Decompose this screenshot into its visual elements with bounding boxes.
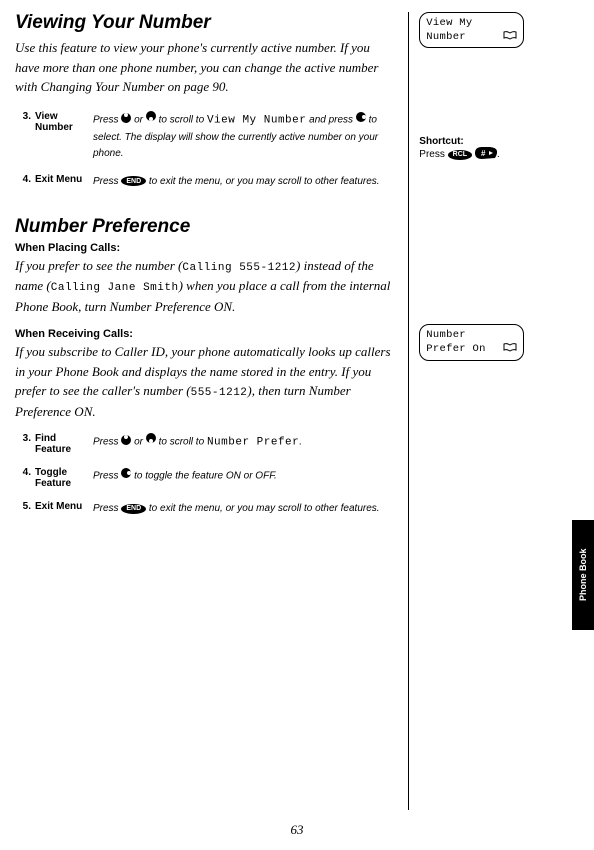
end-key-icon: END [121, 504, 146, 514]
lcd-text: Number Prefer [207, 437, 299, 449]
page-number: 63 [0, 822, 594, 838]
down-scroll-icon [146, 433, 156, 451]
step-number: 5. [15, 501, 35, 529]
step-name: View Number [35, 111, 93, 174]
step-number: 3. [15, 433, 35, 467]
step-row: 3. View Number Press or to scroll to Vie… [15, 111, 393, 174]
svg-text:#: # [481, 149, 486, 158]
lcd-text: View My Number [207, 114, 306, 126]
section1-heading: Viewing Your Number [15, 12, 393, 34]
screen-line: View My [426, 17, 517, 31]
screen-line: Number [426, 31, 466, 45]
step-desc: Press to toggle the feature ON or OFF. [93, 467, 393, 501]
section2-subhead2: When Receiving Calls: [15, 328, 393, 340]
select-icon [121, 467, 131, 485]
step-number: 4. [15, 467, 35, 501]
lcd-text: 555-1212 [191, 387, 248, 399]
section2-subhead1: When Placing Calls: [15, 242, 393, 254]
section1-intro: Use this feature to view your phone's cu… [15, 38, 393, 97]
section2-para2: If you subscribe to Caller ID, your phon… [15, 342, 393, 421]
lcd-text: Calling 555-1212 [182, 262, 296, 274]
book-icon [503, 343, 517, 358]
step-row: 4. Exit Menu Press END to exit the menu,… [15, 174, 393, 202]
screen-line: Number [426, 329, 517, 343]
down-scroll-icon [146, 111, 156, 129]
book-icon [503, 31, 517, 46]
lcd-text: Calling Jane Smith [51, 282, 179, 294]
step-name: Exit Menu [35, 501, 93, 529]
section2-steps: 3. Find Feature Press or to scroll to Nu… [15, 433, 393, 529]
rcl-key-icon: RCL [448, 150, 472, 160]
step-desc: Press END to exit the menu, or you may s… [93, 174, 393, 202]
thumb-tab: Phone Book [572, 520, 594, 630]
section2-heading: Number Preference [15, 216, 393, 238]
up-scroll-icon [121, 433, 131, 451]
end-key-icon: END [121, 176, 146, 186]
step-row: 3. Find Feature Press or to scroll to Nu… [15, 433, 393, 467]
up-scroll-icon [121, 111, 131, 129]
step-name: Toggle Feature [35, 467, 93, 501]
step-number: 4. [15, 174, 35, 202]
step-desc: Press or to scroll to Number Prefer. [93, 433, 393, 467]
step-row: 5. Exit Menu Press END to exit the menu,… [15, 501, 393, 529]
step-row: 4. Toggle Feature Press to toggle the fe… [15, 467, 393, 501]
step-desc: Press END to exit the menu, or you may s… [93, 501, 393, 529]
hash-key-icon: # [475, 147, 497, 162]
step-name: Exit Menu [35, 174, 93, 202]
section1-steps: 3. View Number Press or to scroll to Vie… [15, 111, 393, 202]
side-column: View My Number Shortcut: Press RCL # . N… [409, 12, 579, 810]
phone-screen-1: View My Number [419, 12, 524, 48]
shortcut-note: Shortcut: Press RCL # . [419, 136, 579, 162]
select-icon [356, 111, 366, 129]
main-column: Viewing Your Number Use this feature to … [15, 12, 409, 810]
section2-para1: If you prefer to see the number (Calling… [15, 256, 393, 317]
step-number: 3. [15, 111, 35, 174]
step-name: Find Feature [35, 433, 93, 467]
shortcut-label: Shortcut: [419, 136, 579, 147]
shortcut-text: Press RCL # . [419, 147, 579, 162]
phone-screen-2: Number Prefer On [419, 324, 524, 360]
step-desc: Press or to scroll to View My Number and… [93, 111, 393, 174]
screen-line: Prefer On [426, 343, 485, 357]
